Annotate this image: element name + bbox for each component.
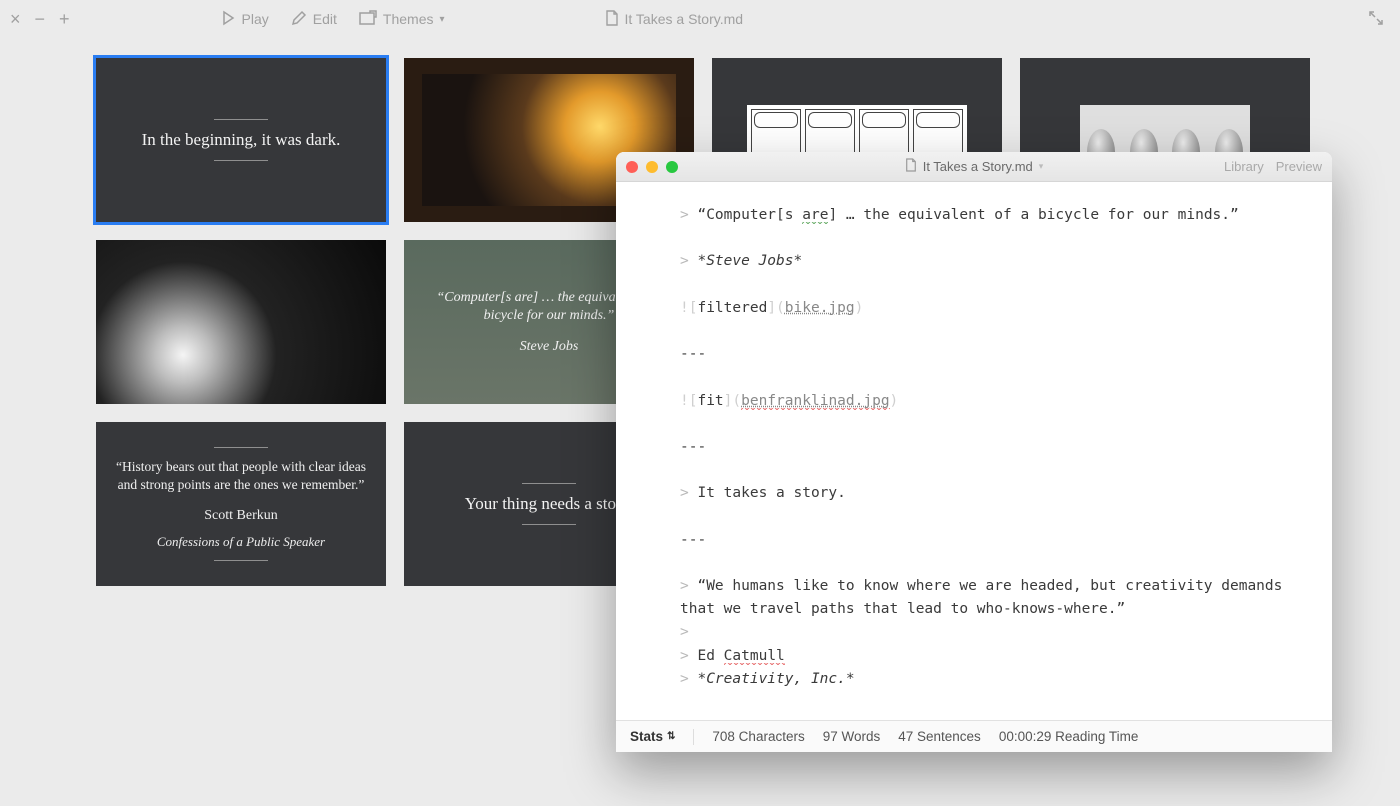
slide-quote: “History bears out that people with clea… [110,458,372,493]
close-window-icon[interactable] [626,161,638,173]
editor-filename: It Takes a Story.md [923,159,1033,174]
divider [693,729,694,745]
slide-author: Steve Jobs [520,339,579,355]
slide-image [96,240,386,404]
document-title-text: It Takes a Story.md [625,11,744,27]
slide-thumbnail[interactable]: In the beginning, it was dark. [96,58,386,222]
app-toolbar: × − + Play Edit Themes ▾ It Takes a [0,0,1400,38]
editor-content[interactable]: > “Computer[s are] … the equivalent of a… [616,182,1332,720]
themes-icon [359,10,377,29]
minus-icon[interactable]: − [35,9,46,30]
chevron-down-icon: ▾ [439,14,444,25]
slide-thumbnail[interactable] [96,240,386,404]
stat-words: 97 Words [823,729,881,744]
editor-titlebar[interactable]: It Takes a Story.md ▾ Library Preview [616,152,1332,182]
stat-reading-time: 00:00:29 Reading Time [999,729,1139,744]
window-controls [626,161,678,173]
slide-text: In the beginning, it was dark. [142,130,341,150]
slide-thumbnail[interactable]: “History bears out that people with clea… [96,422,386,586]
library-button[interactable]: Library [1224,159,1264,174]
preview-button[interactable]: Preview [1276,159,1322,174]
stat-characters: 708 Characters [712,729,804,744]
slide-author: Scott Berkun [204,508,278,524]
stats-button[interactable]: Stats ⇅ [630,729,675,744]
pencil-icon [291,10,307,29]
slide-text: Your thing needs a story. [465,494,634,514]
document-icon [905,158,917,175]
play-label: Play [242,11,269,27]
slide-source: Confessions of a Public Speaker [157,534,325,550]
play-icon [220,10,236,29]
minimize-window-icon[interactable] [646,161,658,173]
stat-sentences: 47 Sentences [898,729,981,744]
themes-label: Themes [383,11,434,27]
play-button[interactable]: Play [220,10,269,29]
edit-label: Edit [313,11,337,27]
close-icon[interactable]: × [10,9,21,30]
themes-button[interactable]: Themes ▾ [359,10,445,29]
zoom-window-icon[interactable] [666,161,678,173]
sort-icon: ⇅ [667,731,675,742]
chevron-down-icon: ▾ [1039,161,1044,172]
document-title[interactable]: It Takes a Story.md [605,10,744,29]
edit-button[interactable]: Edit [291,10,337,29]
editor-statusbar: Stats ⇅ 708 Characters 97 Words 47 Sente… [616,720,1332,752]
document-icon [605,10,619,29]
fullscreen-icon[interactable] [1368,10,1384,29]
editor-window: It Takes a Story.md ▾ Library Preview > … [616,152,1332,752]
plus-icon[interactable]: + [59,9,70,30]
